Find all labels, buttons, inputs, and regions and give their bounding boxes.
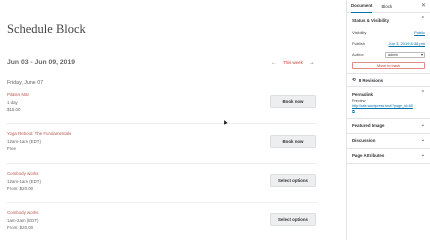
book-now-button[interactable]: Book now [270,135,316,148]
chevron-up-icon: ⌃ [420,90,425,96]
chevron-down-icon: ▾ [420,51,423,57]
event-price: From: $20.00 [7,186,34,192]
visibility-value-link[interactable]: Public [414,30,425,35]
page-title[interactable]: Schedule Block [7,22,86,37]
featured-image-panel: Featured Image ⌄ [347,119,430,134]
week-range: Jun 03 - Jun 09, 2019 [7,59,76,66]
book-now-button[interactable]: Book now [270,95,316,108]
external-link-icon[interactable]: ⧉ [347,109,430,118]
tab-block[interactable]: Block [381,0,392,13]
chevron-down-icon: ⌄ [420,136,425,143]
this-week-link[interactable]: This week [283,60,303,65]
divider [7,163,317,164]
discussion-panel: Discussion ⌄ [347,134,430,149]
revisions-link[interactable]: ⟲ 8 Revisions [347,74,430,87]
event-duration: 1 day [7,99,18,105]
status-visibility-toggle[interactable]: Status & Visibility ⌃ [347,13,430,27]
divider [7,202,317,203]
author-row: Author admin ▾ [347,49,430,60]
sidebar-tabs: Document Block ✕ [347,0,430,13]
revisions-clock-icon: ⟲ [352,77,356,82]
editor-canvas: Schedule Block Jun 03 - Jun 09, 2019 ← T… [0,0,346,240]
discussion-toggle[interactable]: Discussion ⌄ [347,134,430,148]
event-item: Combody works 12am-1am (EDT) From: $20.0… [7,170,41,193]
event-price: Free [7,146,17,152]
event-item: Yoga Reboot: The Fundamentals 12am-1am (… [7,130,71,153]
event-title[interactable]: Combody works [7,209,38,217]
select-options-button[interactable]: Select options [270,213,316,226]
select-options-button[interactable]: Select options [270,174,316,187]
event-price: $15.00 [7,107,21,113]
next-week-arrow-icon[interactable]: → [309,60,315,66]
chevron-down-icon: ⌄ [420,151,425,158]
divider [7,123,317,124]
event-item: Combody works 1am-2am (EDT) From: $20.00 [7,209,38,232]
week-navigation: ← This week → [271,60,315,66]
chevron-down-icon: ⌄ [420,121,425,128]
visibility-label: Visibility [352,30,367,35]
event-item: Pilates Mat 1 day $15.00 [7,91,29,114]
revisions-label: 8 Revisions [358,77,384,83]
permalink-toggle[interactable]: Permalink ⌃ [347,87,430,101]
event-time: 12am-1am (EDT) [7,138,41,144]
publish-label: Publish [352,41,366,46]
panel-heading: Featured Image [352,123,385,128]
settings-sidebar: Document Block ✕ Status & Visibility ⌃ V… [346,0,430,240]
chevron-up-icon: ⌃ [420,16,425,22]
publish-date-link[interactable]: Jun 3, 2019 8:38 pm [389,41,425,46]
close-icon[interactable]: ✕ [421,3,426,9]
panel-heading: Discussion [352,138,376,143]
panel-heading: Status & Visibility [352,17,390,23]
event-title[interactable]: Yoga Reboot: The Fundamentals [7,130,71,138]
featured-image-toggle[interactable]: Featured Image ⌄ [347,119,430,133]
author-selected-value: admin [388,52,398,57]
tab-document[interactable]: Document [351,0,373,13]
event-time: 12am-1am (EDT) [7,178,41,184]
event-price: From: $20.00 [7,225,34,231]
event-time: 1am-2am (EDT) [7,217,39,223]
publish-row: Publish Jun 3, 2019 8:38 pm [347,38,430,49]
prev-week-arrow-icon[interactable]: ← [271,60,277,66]
author-label: Author [352,52,364,57]
permalink-panel: Permalink ⌃ Preview http://site.wordpres… [347,87,430,119]
page-attributes-toggle[interactable]: Page Attributes ⌄ [347,149,430,163]
event-title[interactable]: Pilates Mat [7,91,29,99]
panel-heading: Page Attributes [352,153,385,158]
visibility-row: Visibility Public [347,27,430,38]
status-visibility-panel: Status & Visibility ⌃ Visibility Public … [347,13,430,74]
author-select[interactable]: admin ▾ [385,51,425,58]
page-attributes-panel: Page Attributes ⌄ [347,149,430,164]
event-title[interactable]: Combody works [7,170,41,178]
move-to-trash-button[interactable]: Move to trash [352,62,425,69]
panel-heading: Permalink [352,91,373,97]
day-heading: Friday, June 07 [7,80,44,86]
